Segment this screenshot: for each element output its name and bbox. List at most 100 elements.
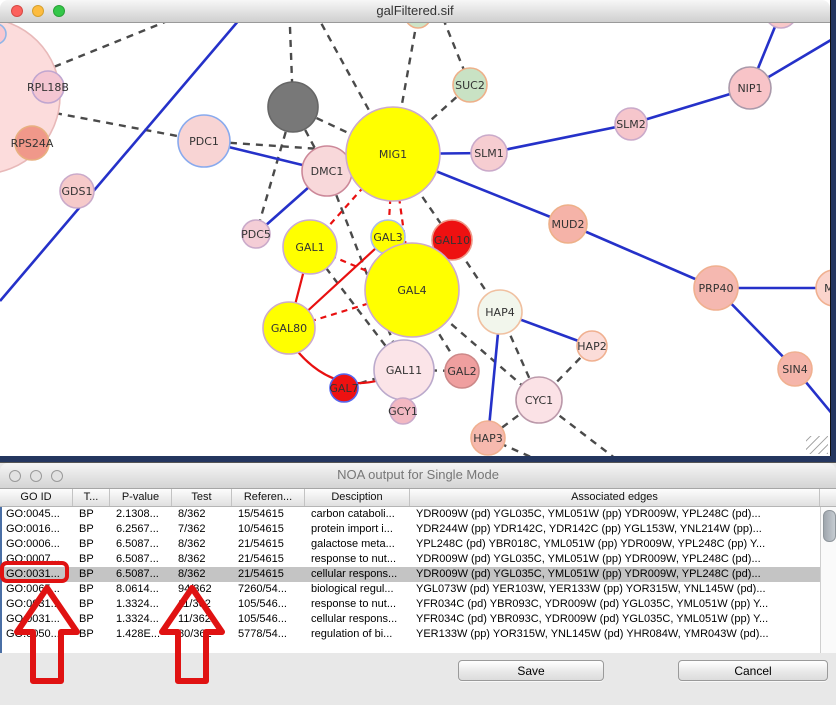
node-label: CYC1 bbox=[525, 394, 553, 407]
node-label: SIN4 bbox=[782, 363, 807, 376]
table-row[interactable]: GO:0007...BP6.5087...8/36221/54615respon… bbox=[2, 552, 836, 567]
table-cell: BP bbox=[75, 507, 112, 522]
table-cell: galactose meta... bbox=[307, 537, 412, 552]
node-label: GAL80 bbox=[271, 322, 307, 335]
table-cell: GO:0065... bbox=[2, 582, 75, 597]
node-label: SLM2 bbox=[616, 118, 646, 131]
table-scrollbar[interactable] bbox=[820, 507, 836, 653]
table-cell: 1.3324... bbox=[112, 612, 174, 627]
node-label: HAP3 bbox=[473, 432, 502, 445]
table-cell: 8/362 bbox=[174, 537, 234, 552]
table-cell: 21/54615 bbox=[234, 567, 307, 582]
table-cell: 6.5087... bbox=[112, 552, 174, 567]
table-cell: 1.3324... bbox=[112, 597, 174, 612]
table-cell: 105/546... bbox=[234, 597, 307, 612]
table-row[interactable]: GO:0065...BP8.0614...94/3627260/54...bio… bbox=[2, 582, 836, 597]
scrollbar-thumb[interactable] bbox=[823, 510, 836, 542]
network-edge-blue bbox=[568, 224, 716, 288]
node-label: RPS24A bbox=[11, 137, 54, 150]
table-cell: response to nut... bbox=[307, 552, 412, 567]
table-cell: 6.5087... bbox=[112, 537, 174, 552]
table-row[interactable]: GO:0045...BP2.1308...8/36215/54615carbon… bbox=[2, 507, 836, 522]
table-cell: 11/362 bbox=[174, 612, 234, 627]
table-cell: BP bbox=[75, 582, 112, 597]
table-cell: GO:0050... bbox=[2, 627, 75, 642]
table-cell: 94/362 bbox=[174, 582, 234, 597]
node-label: RPL18B bbox=[27, 81, 69, 94]
node-label: GAL11 bbox=[386, 364, 422, 377]
table-cell: GO:0016... bbox=[2, 522, 75, 537]
table-cell: YDR009W (pd) YGL035C, YML051W (pp) YDR00… bbox=[412, 552, 822, 567]
noa-window-title: NOA output for Single Mode bbox=[0, 467, 836, 482]
table-cell: BP bbox=[75, 537, 112, 552]
network-window-title: galFiltered.sif bbox=[0, 3, 830, 18]
table-row[interactable]: GO:0031...BP1.3324...11/362105/546...cel… bbox=[2, 612, 836, 627]
node-label: SUC2 bbox=[455, 79, 485, 92]
table-cell: YFR034C (pd) YBR093C, YDR009W (pd) YGL03… bbox=[412, 612, 822, 627]
node-GRAY1[interactable] bbox=[268, 82, 318, 132]
table-cell: BP bbox=[75, 627, 112, 642]
table-cell: 15/54615 bbox=[234, 507, 307, 522]
table-cell: BP bbox=[75, 612, 112, 627]
table-cell: 8/362 bbox=[174, 507, 234, 522]
network-window-titlebar[interactable]: galFiltered.sif bbox=[0, 0, 830, 23]
table-cell: 11/362 bbox=[174, 597, 234, 612]
column-header[interactable]: Associated edges bbox=[410, 489, 820, 506]
save-button[interactable]: Save bbox=[458, 660, 604, 681]
resize-grip-icon[interactable] bbox=[806, 436, 828, 454]
column-header[interactable]: T... bbox=[73, 489, 110, 506]
table-cell: carbon cataboli... bbox=[307, 507, 412, 522]
table-cell: YFR034C (pd) YBR093C, YDR009W (pd) YGL03… bbox=[412, 597, 822, 612]
table-cell: GO:0045... bbox=[2, 507, 75, 522]
node-label: HAP2 bbox=[577, 340, 606, 353]
table-cell: 8.0614... bbox=[112, 582, 174, 597]
node-TR1[interactable] bbox=[765, 23, 797, 28]
table-cell: 6.2567... bbox=[112, 522, 174, 537]
table-cell: GO:0031... bbox=[2, 612, 75, 627]
table-cell: 80/362 bbox=[174, 627, 234, 642]
table-cell: GO:0007... bbox=[2, 552, 75, 567]
node-label: GCY1 bbox=[388, 405, 418, 418]
noa-output-window: NOA output for Single Mode GO IDT...P-va… bbox=[0, 462, 836, 705]
table-cell: BP bbox=[75, 522, 112, 537]
column-header[interactable]: Test bbox=[172, 489, 232, 506]
table-row[interactable]: GO:0031...BP1.3324...11/362105/546...res… bbox=[2, 597, 836, 612]
table-row[interactable]: GO:0031...BP6.5087...8/36221/54615cellul… bbox=[2, 567, 836, 582]
column-header[interactable]: Referen... bbox=[232, 489, 305, 506]
table-cell: 6.5087... bbox=[112, 567, 174, 582]
noa-window-titlebar[interactable]: NOA output for Single Mode bbox=[0, 463, 836, 489]
column-header[interactable]: P-value bbox=[110, 489, 172, 506]
node-TC1[interactable] bbox=[405, 23, 431, 28]
column-header[interactable]: Desciption bbox=[305, 489, 410, 506]
table-cell: 7/362 bbox=[174, 522, 234, 537]
column-header[interactable]: GO ID bbox=[0, 489, 73, 506]
node-label: PRP40 bbox=[699, 282, 734, 295]
table-row[interactable]: GO:0050...BP1.428E...80/3625778/54...reg… bbox=[2, 627, 836, 642]
table-cell: 21/54615 bbox=[234, 537, 307, 552]
network-graph: RPL18BRPS24AGDS1PDC1DMC1MIG1SLM1SUC2SLM2… bbox=[0, 23, 830, 456]
node-label: GAL4 bbox=[397, 284, 426, 297]
table-cell: BP bbox=[75, 597, 112, 612]
node-label: GDS1 bbox=[62, 185, 93, 198]
table-cell: YDR009W (pd) YGL035C, YML051W (pp) YDR00… bbox=[412, 507, 822, 522]
node-label: GAL7 bbox=[329, 382, 358, 395]
table-cell: protein import i... bbox=[307, 522, 412, 537]
table-header[interactable]: GO IDT...P-valueTestReferen...Desciption… bbox=[0, 489, 836, 507]
node-label: DMC1 bbox=[311, 165, 344, 178]
table-cell: 2.1308... bbox=[112, 507, 174, 522]
node-label: HAP4 bbox=[485, 306, 514, 319]
table-cell: YPL248C (pd) YBR018C, YML051W (pp) YDR00… bbox=[412, 537, 822, 552]
table-cell: 5778/54... bbox=[234, 627, 307, 642]
table-row[interactable]: GO:0016...BP6.2567...7/36210/54615protei… bbox=[2, 522, 836, 537]
node-label: SLM1 bbox=[474, 147, 504, 160]
node-label: PDC5 bbox=[241, 228, 271, 241]
table-cell: YDR244W (pp) YDR142C, YDR142C (pp) YGL15… bbox=[412, 522, 822, 537]
table-row[interactable]: GO:0006...BP6.5087...8/36221/54615galact… bbox=[2, 537, 836, 552]
network-canvas[interactable]: RPL18BRPS24AGDS1PDC1DMC1MIG1SLM1SUC2SLM2… bbox=[0, 23, 830, 456]
cancel-button[interactable]: Cancel bbox=[678, 660, 828, 681]
table-cell: GO:0031... bbox=[2, 567, 75, 582]
table-cell: cellular respons... bbox=[307, 612, 412, 627]
table-cell: GO:0031... bbox=[2, 597, 75, 612]
desktop: galFiltered.sif RPL18BRPS24AGDS1PDC1DMC1… bbox=[0, 0, 836, 704]
node-label: MIG1 bbox=[379, 148, 407, 161]
